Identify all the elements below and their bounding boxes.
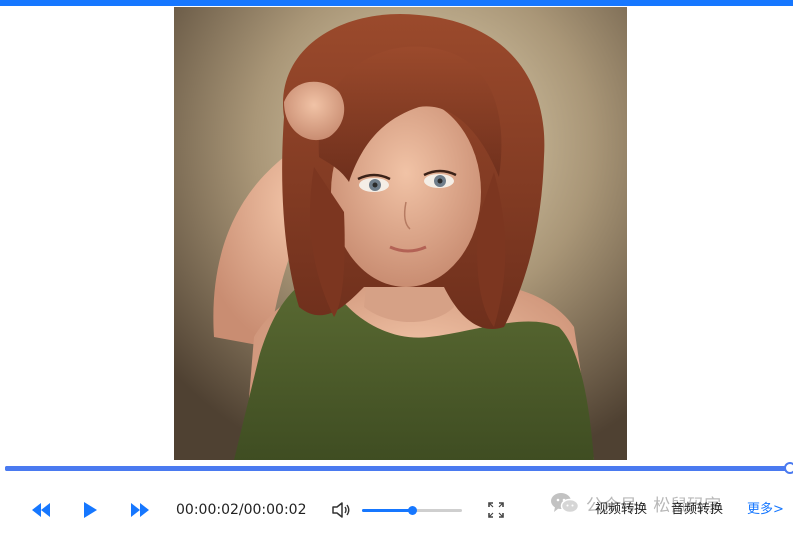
wechat-icon [551, 493, 580, 514]
time-display: 00:00:02/00:00:02 [176, 502, 307, 518]
video-convert-link[interactable]: 视频转换 [595, 500, 647, 520]
fullscreen-icon [488, 502, 504, 518]
speaker-icon [332, 502, 350, 518]
fast-forward-button[interactable] [129, 501, 151, 519]
audio-convert-link[interactable]: 音频转换 [671, 500, 723, 520]
rewind-button[interactable] [30, 501, 52, 519]
fast-forward-icon [131, 503, 149, 517]
volume-slider-fill [362, 509, 412, 512]
progress-fill [5, 466, 790, 471]
play-button[interactable] [80, 500, 100, 520]
volume-button[interactable] [331, 500, 351, 520]
rewind-icon [32, 503, 50, 517]
volume-slider-handle[interactable] [408, 506, 417, 515]
play-icon [84, 502, 97, 518]
video-frame[interactable] [174, 7, 627, 460]
top-accent-bar [0, 0, 793, 6]
progress-handle[interactable] [784, 462, 793, 474]
fullscreen-button[interactable] [487, 501, 505, 519]
volume-slider[interactable] [362, 506, 462, 515]
progress-bar[interactable] [5, 462, 793, 474]
more-link[interactable]: 更多> [747, 500, 784, 520]
video-still-illustration [174, 7, 627, 460]
